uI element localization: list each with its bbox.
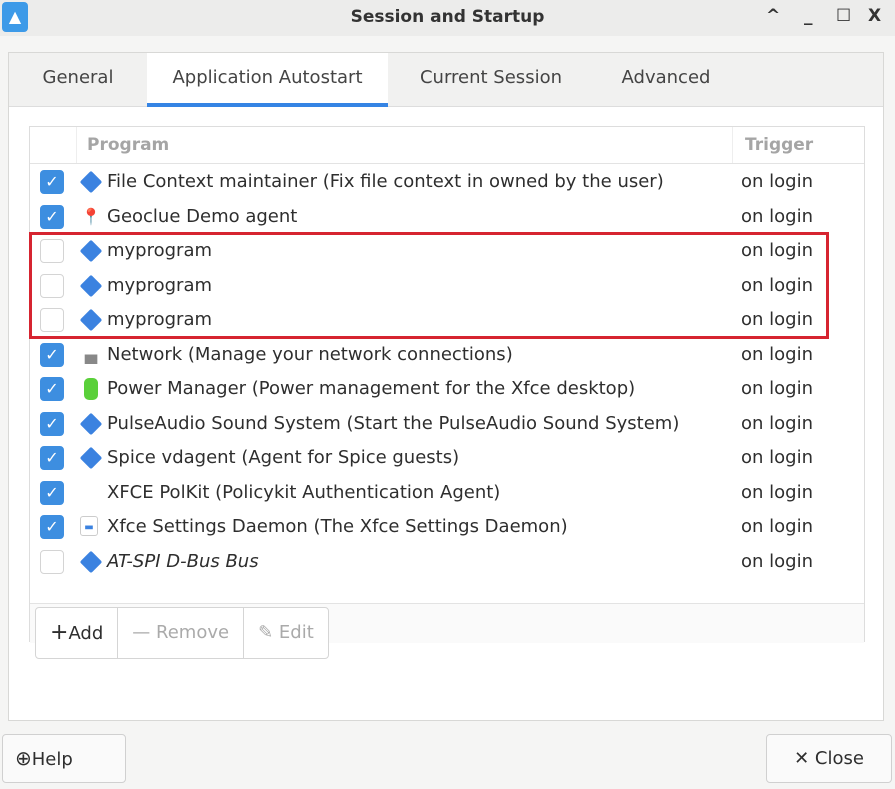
enabled-checkbox[interactable] [40,273,64,298]
toolbar-group: +Add — Remove ✎ Edit [35,607,329,659]
program-name: myprogram [107,274,213,296]
diamond-icon [79,412,103,435]
enabled-checkbox[interactable] [40,549,64,574]
title-bar: ▲ Session and Startup ^ _ ☐ X [0,0,895,36]
enabled-checkbox[interactable]: ✓ [40,411,64,436]
table-row[interactable]: ✓ Power Manager (Power management for the… [30,372,864,406]
maximize-button[interactable]: ☐ [836,6,851,26]
program-name: AT-SPI D-Bus Bus [107,550,259,572]
table-row[interactable]: ✓ PulseAudio Sound System (Start the Puls… [30,407,864,441]
edit-button[interactable]: ✎ Edit [244,608,328,658]
program-column-header[interactable]: Program [76,127,733,163]
enabled-checkbox[interactable] [40,308,64,332]
trigger-value: on login [741,240,813,261]
trigger-value: on login [741,412,813,434]
table-row[interactable]: ✓ ▄ Network (Manage your network connectio… [30,338,864,372]
table-row[interactable]: myprogram on login [30,303,864,337]
minimize-button[interactable]: _ [804,6,813,26]
plus-icon: + [50,620,69,645]
button-bar: +Add — Remove ✎ Edit [30,603,864,659]
map-pin-icon: 📍 [81,206,101,226]
help-button[interactable]: ⊕Help [2,734,126,783]
settings-icon: ▬ [80,516,98,536]
tab-current-session[interactable]: Current Session [401,53,581,107]
diamond-icon [79,550,103,573]
notebook: General Application Autostart Current Se… [8,52,884,721]
tab-advanced[interactable]: Advanced [601,53,731,107]
minus-icon: — [132,622,157,643]
trigger-value: on login [741,274,813,296]
enabled-checkbox[interactable]: ✓ [40,480,64,505]
table-row[interactable]: ✓ Spice vdagent (Agent for Spice guests) o… [30,441,864,475]
network-icon: ▄ [84,344,98,364]
enabled-checkbox[interactable]: ✓ [40,170,64,194]
add-button[interactable]: +Add [36,608,119,658]
table-row[interactable]: AT-SPI D-Bus Bus on login [30,545,864,579]
tab-bar: General Application Autostart Current Se… [9,53,883,107]
trigger-column-header[interactable]: Trigger [735,127,813,163]
table-header: Program Trigger [30,127,864,164]
program-name: Network (Manage your network connections… [107,343,513,365]
enabled-checkbox[interactable]: ✓ [40,515,64,539]
program-name: myprogram [107,240,213,261]
program-name: Power Manager (Power management for the … [107,378,636,399]
enabled-checkbox[interactable]: ✓ [40,446,64,470]
close-window-button[interactable]: X [868,6,881,26]
enabled-checkbox[interactable]: ✓ [40,377,64,401]
trigger-value: on login [741,378,813,399]
trigger-value: on login [741,205,813,227]
table-row[interactable]: ✓ 📍 Geoclue Demo agent on login [30,200,864,234]
diamond-icon [79,308,103,332]
enabled-checkbox[interactable]: ✓ [40,342,64,367]
trigger-value: on login [741,447,813,468]
autostart-table: Program Trigger ✓ File Context maintainer… [29,126,865,659]
pencil-icon: ✎ [258,622,279,643]
battery-icon [84,378,98,400]
window-title: Session and Startup [350,7,545,27]
program-name: Xfce Settings Daemon (The Xfce Settings … [107,516,568,537]
tab-general[interactable]: General [23,53,133,107]
program-name: XFCE PolKit (Policykit Authentication Ag… [107,481,501,503]
trigger-value: on login [741,550,813,572]
program-name: myprogram [107,309,213,330]
table-row[interactable]: ✓ ▬ Xfce Settings Daemon (The Xfce Setting… [30,510,864,544]
diamond-icon [79,239,103,263]
trigger-value: on login [741,309,813,330]
program-name: Spice vdagent (Agent for Spice guests) [107,447,460,468]
table-row[interactable]: ✓ XFCE PolKit (Policykit Authentication A… [30,476,864,510]
close-button[interactable]: ✕ Close [766,734,892,783]
tab-application-autostart[interactable]: Application Autostart [147,53,388,107]
program-name: PulseAudio Sound System (Start the Pulse… [107,412,680,434]
close-icon: ✕ [794,748,815,769]
table-row[interactable]: myprogram on login [30,234,864,268]
remove-button[interactable]: — Remove [118,608,245,658]
trigger-value: on login [741,343,813,365]
program-name: File Context maintainer (Fix file contex… [107,171,664,192]
table-row[interactable]: ✓ File Context maintainer (Fix file conte… [30,165,864,199]
enabled-checkbox[interactable] [40,239,64,263]
shade-button[interactable]: ^ [766,6,780,26]
diamond-icon [79,274,103,297]
trigger-value: on login [741,516,813,537]
enabled-checkbox[interactable]: ✓ [40,204,64,229]
diamond-icon [79,170,103,194]
table-row[interactable]: myprogram on login [30,269,864,303]
trigger-value: on login [741,481,813,503]
diamond-icon [79,446,103,470]
trigger-value: on login [741,171,813,192]
program-name: Geoclue Demo agent [107,205,298,227]
help-icon: ⊕ [15,746,32,770]
